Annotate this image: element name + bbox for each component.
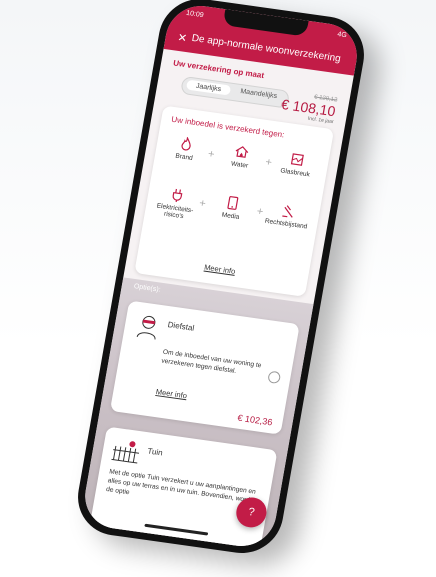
house-water-icon: [235, 146, 249, 158]
media-icon: [227, 196, 239, 210]
coverage-label: Water: [230, 160, 249, 170]
coverage-label: Brand: [174, 152, 194, 162]
coverage-label: Elektriciteits-risico's: [156, 202, 194, 221]
coverage-water: Water: [212, 141, 270, 172]
option-radio[interactable]: [267, 370, 282, 385]
option-title: Diefstal: [166, 320, 195, 333]
toggle-yearly[interactable]: Jaarlijks: [185, 79, 232, 96]
status-signal: 4G: [336, 31, 348, 40]
option-description: Om de inboedel van uw woning te verzeker…: [160, 348, 262, 375]
plug-icon: [172, 188, 183, 203]
coverage-glasbreuk: Glasbreuk: [268, 149, 326, 180]
coverage-brand: Brand: [157, 133, 215, 164]
coverage-heading: Uw inboedel is verzekerd tegen:: [170, 114, 286, 140]
coverage-card: Uw inboedel is verzekerd tegen: Brand + …: [134, 105, 335, 297]
status-time: 10:09: [185, 9, 205, 20]
coverage-rechtsbijstand: Rechtsbijstand: [259, 200, 317, 231]
gavel-icon: [282, 205, 293, 218]
option-price: € 102,36: [236, 412, 274, 428]
close-icon[interactable]: ✕: [177, 31, 188, 45]
thief-icon: [136, 315, 156, 340]
flame-icon: [181, 136, 191, 151]
toggle-monthly[interactable]: Maandelijks: [240, 88, 278, 100]
option-more-link[interactable]: Meer info: [155, 387, 188, 400]
price-box: € 129,12 € 108,10 Incl. 1e jaar: [279, 90, 338, 125]
help-icon: ?: [247, 506, 256, 519]
option-title: Tuin: [146, 446, 164, 458]
option-description: Met de optie Tuin verzekert u uw aanplan…: [105, 468, 257, 505]
coverage-elektriciteit: Elektriciteits-risico's: [146, 185, 205, 223]
coverage-media: Media: [203, 192, 261, 223]
garden-icon: [111, 441, 140, 464]
coverage-more-link[interactable]: Meer info: [204, 263, 237, 276]
period-toggle[interactable]: Jaarlijks Maandelijks: [180, 75, 291, 109]
broken-glass-icon: [290, 153, 304, 166]
coverage-label: Media: [221, 211, 240, 221]
coverage-label: Glasbreuk: [279, 167, 311, 179]
option-diefstal[interactable]: Diefstal Om de inboedel van uw woning te…: [109, 300, 300, 435]
coverage-label: Rechtsbijstand: [264, 217, 308, 231]
